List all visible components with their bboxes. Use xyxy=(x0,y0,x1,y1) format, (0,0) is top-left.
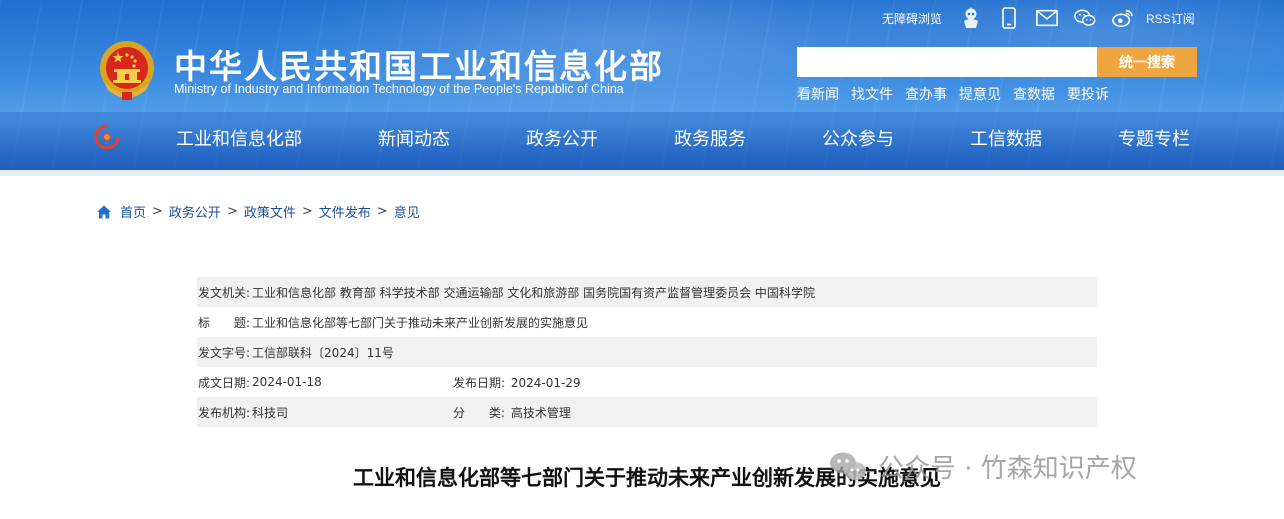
nav-item-data[interactable]: 工信数据 xyxy=(960,125,1052,151)
written-date-label: 成文日期: xyxy=(198,375,251,390)
nav-item-public-participation[interactable]: 公众参与 xyxy=(812,125,904,151)
info-row-issuer: 发文机关: 工业和信息化部 教育部 科学技术部 交通运输部 文化和旅游部 国务院… xyxy=(197,277,1097,307)
title-label: 标 题: xyxy=(198,315,251,330)
written-date-value: 2024-01-18 xyxy=(252,375,322,389)
watermark-text: 公众号 · 竹森知识产权 xyxy=(878,454,1137,484)
accessible-browse-link[interactable]: 无障碍浏览 xyxy=(882,10,942,27)
top-utility-bar: 无障碍浏览 RSS订阅 xyxy=(882,6,1195,30)
issuer-value: 工业和信息化部 教育部 科学技术部 交通运输部 文化和旅游部 国务院国有资产监督… xyxy=(252,285,815,300)
publisher-label: 发布机构: xyxy=(198,405,251,420)
breadcrumb-home[interactable]: 首页 xyxy=(120,202,146,221)
issuer-label: 发文机关: xyxy=(198,285,251,300)
mobile-icon[interactable] xyxy=(998,7,1020,29)
site-header: 中华人民共和国工业和信息化部 Ministry of Industry and … xyxy=(0,0,1284,170)
mail-icon[interactable] xyxy=(1036,7,1058,29)
document-info-table: 发文机关: 工业和信息化部 教育部 科学技术部 交通运输部 文化和旅游部 国务院… xyxy=(197,277,1097,427)
home-icon[interactable] xyxy=(96,204,112,220)
publisher-value: 科技司 xyxy=(252,405,289,420)
doc-number-value: 工信部联科〔2024〕11号 xyxy=(252,345,394,360)
nav-item-government-affairs[interactable]: 政务公开 xyxy=(516,125,608,151)
breadcrumb-opinions[interactable]: 意见 xyxy=(394,202,420,221)
quick-links: 看新闻 找文件 查办事 提意见 查数据 要投诉 xyxy=(797,84,1121,104)
quick-link-complaints[interactable]: 要投诉 xyxy=(1067,84,1109,104)
site-name-en[interactable]: Ministry of Industry and Information Tec… xyxy=(174,82,624,96)
quick-link-data[interactable]: 查数据 xyxy=(1013,84,1055,104)
search-input[interactable] xyxy=(797,47,1097,77)
breadcrumb-separator: > xyxy=(301,204,313,219)
breadcrumb-government-affairs[interactable]: 政务公开 xyxy=(169,202,221,221)
quick-link-news[interactable]: 看新闻 xyxy=(797,84,839,104)
main-nav: 工业和信息化部 新闻动态 政务公开 政务服务 公众参与 工信数据 专题专栏 xyxy=(138,112,1228,164)
site-name-cn[interactable]: 中华人民共和国工业和信息化部 xyxy=(174,40,664,88)
info-row-doc-number: 发文字号: 工信部联科〔2024〕11号 xyxy=(197,337,1097,367)
publish-date-cell: 发布日期: 2024-01-29 xyxy=(453,374,581,391)
nav-item-news[interactable]: 新闻动态 xyxy=(368,125,460,151)
nav-item-government-services[interactable]: 政务服务 xyxy=(664,125,756,151)
info-row-dates: 成文日期: 2024-01-18 发布日期: 2024-01-29 xyxy=(197,367,1097,397)
watermark: 公众号 · 竹森知识产权 xyxy=(828,448,1137,485)
breadcrumb: 首页 > 政务公开 > 政策文件 > 文件发布 > 意见 xyxy=(96,202,420,221)
unified-search-button[interactable]: 统一搜索 xyxy=(1097,47,1197,77)
publish-date-value: 2024-01-29 xyxy=(510,375,581,390)
wechat-watermark-icon xyxy=(830,452,866,480)
breadcrumb-separator: > xyxy=(376,204,388,219)
quick-link-find-files[interactable]: 找文件 xyxy=(851,84,893,104)
doc-number-label: 发文字号: xyxy=(198,345,251,360)
header-divider xyxy=(0,170,1284,176)
breadcrumb-separator: > xyxy=(226,204,238,219)
robot-assistant-icon[interactable] xyxy=(960,7,982,29)
publish-date-label: 发布日期: xyxy=(453,375,506,390)
nav-item-special-topics[interactable]: 专题专栏 xyxy=(1108,125,1200,151)
quick-link-services[interactable]: 查办事 xyxy=(905,84,947,104)
quick-link-suggestions[interactable]: 提意见 xyxy=(959,84,1001,104)
wechat-icon[interactable] xyxy=(1074,7,1096,29)
breadcrumb-separator: > xyxy=(152,204,163,219)
national-emblem-icon[interactable] xyxy=(96,38,158,102)
rss-subscribe-link[interactable]: RSS订阅 xyxy=(1146,10,1195,27)
nav-item-ministry[interactable]: 工业和信息化部 xyxy=(166,125,312,151)
ministry-logo-icon[interactable] xyxy=(94,124,120,150)
breadcrumb-policy-documents[interactable]: 政策文件 xyxy=(244,202,296,221)
breadcrumb-document-release[interactable]: 文件发布 xyxy=(319,202,371,221)
info-row-publisher: 发布机构: 科技司 分 类: 高技术管理 xyxy=(197,397,1097,427)
info-row-title: 标 题: 工业和信息化部等七部门关于推动未来产业创新发展的实施意见 xyxy=(197,307,1097,337)
category-label: 分 类: xyxy=(453,405,506,420)
category-cell: 分 类: 高技术管理 xyxy=(453,404,571,421)
category-value: 高技术管理 xyxy=(510,405,571,420)
weibo-icon[interactable] xyxy=(1112,7,1134,29)
title-value: 工业和信息化部等七部门关于推动未来产业创新发展的实施意见 xyxy=(252,315,589,330)
